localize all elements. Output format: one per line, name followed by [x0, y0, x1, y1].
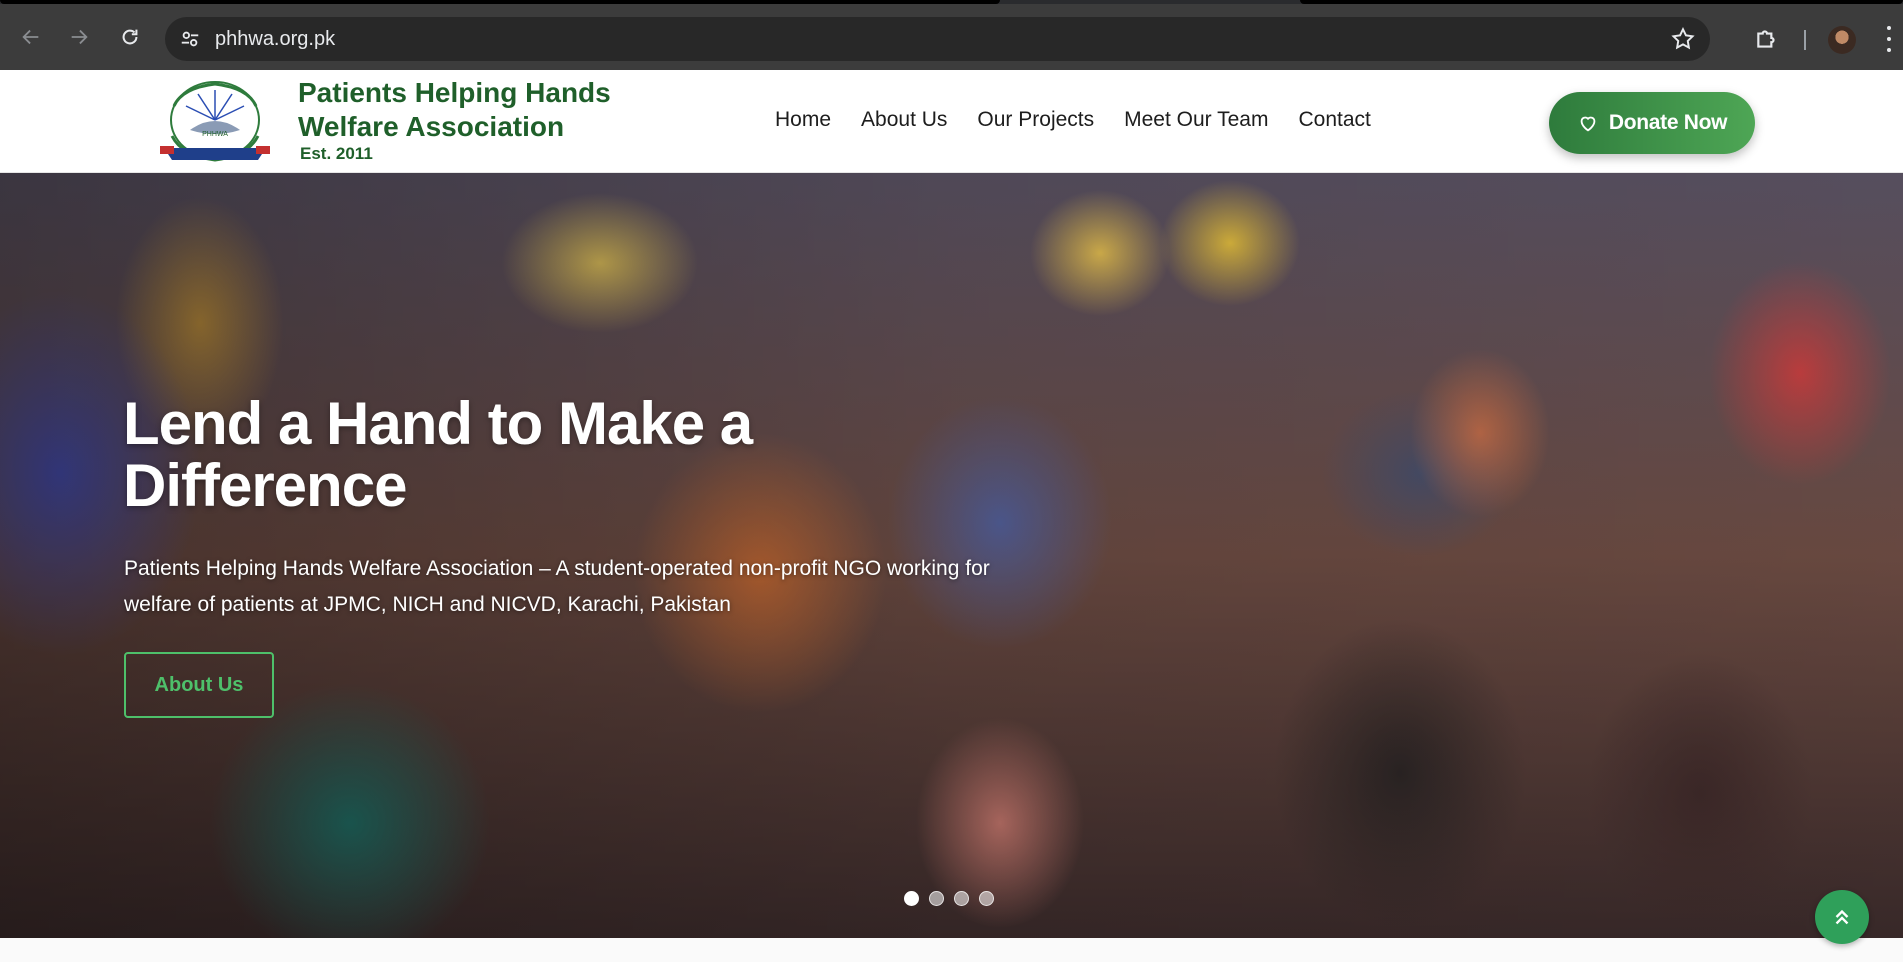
brand-established: Est. 2011 [300, 144, 373, 163]
star-icon[interactable] [1670, 26, 1696, 52]
address-bar[interactable]: phhwa.org.pk [165, 17, 1710, 61]
main-navigation: Home About Us Our Projects Meet Our Team… [760, 108, 1386, 132]
nav-about-us[interactable]: About Us [846, 108, 962, 132]
slider-indicators [904, 891, 994, 906]
organization-logo[interactable]: PHHWA [152, 76, 278, 168]
kebab-menu-icon[interactable] [1884, 26, 1894, 52]
back-to-top-button[interactable] [1815, 890, 1869, 944]
heart-icon [1580, 116, 1596, 132]
reload-button[interactable] [115, 22, 145, 52]
nav-our-projects[interactable]: Our Projects [962, 108, 1109, 132]
slide-dot-2[interactable] [929, 891, 944, 906]
profile-avatar[interactable] [1828, 26, 1856, 54]
hero-about-us-button[interactable]: About Us [124, 652, 274, 718]
brand-title[interactable]: Patients Helping Hands Welfare Associati… [298, 76, 618, 144]
browser-toolbar: phhwa.org.pk [0, 4, 1903, 70]
arrow-right-icon [71, 29, 88, 45]
toolbar-divider [1804, 30, 1806, 50]
nav-home[interactable]: Home [760, 108, 846, 132]
donate-now-label: Donate Now [1608, 111, 1728, 134]
back-button[interactable] [16, 22, 46, 52]
nav-contact[interactable]: Contact [1283, 108, 1385, 132]
site-info-button[interactable] [177, 27, 203, 51]
svg-text:PHHWA: PHHWA [202, 131, 228, 138]
hero-subtitle: Patients Helping Hands Welfare Associati… [124, 557, 990, 616]
slide-dot-1[interactable] [904, 891, 919, 906]
url-text[interactable]: phhwa.org.pk [215, 28, 335, 51]
page-bottom-strip [0, 938, 1903, 962]
puzzle-icon[interactable] [1754, 26, 1780, 52]
reload-icon [122, 29, 138, 45]
arrow-left-icon [22, 29, 39, 45]
double-chevron-up-icon [1835, 909, 1849, 925]
forward-button[interactable] [64, 22, 94, 52]
nav-meet-our-team[interactable]: Meet Our Team [1109, 108, 1283, 132]
slide-dot-3[interactable] [954, 891, 969, 906]
site-header: PHHWA Patients Helping Hands Welfare Ass… [0, 70, 1903, 173]
donate-now-button[interactable]: Donate Now [1549, 92, 1755, 154]
slide-dot-4[interactable] [979, 891, 994, 906]
hero-slider: Lend a Hand to Make a Difference Patient… [0, 173, 1903, 938]
hero-title: Lend a Hand to Make a Difference [123, 390, 753, 519]
tune-icon [181, 31, 199, 47]
